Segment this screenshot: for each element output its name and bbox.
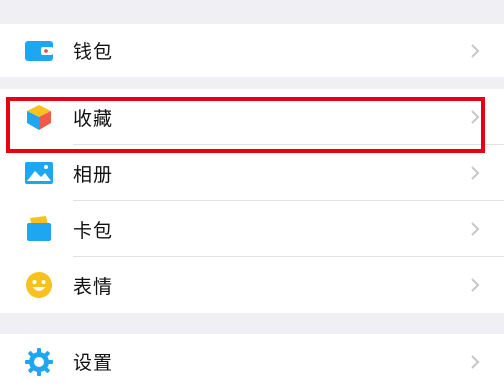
menu-item-label: 表情 (73, 275, 114, 298)
menu-item-label: 钱包 (73, 41, 114, 63)
menu-item-label: 设置 (73, 352, 114, 374)
gear-icon (24, 347, 54, 377)
menu-item-settings[interactable]: 设置 (0, 334, 504, 389)
chevron-right-icon (471, 222, 480, 236)
features-group: 收藏 相册 卡包 表情 (0, 89, 504, 313)
chevron-right-icon (471, 110, 480, 124)
wallet-group: 钱包 (0, 24, 504, 77)
chevron-right-icon (471, 43, 480, 58)
chevron-right-icon (471, 166, 480, 180)
photo-album-icon (24, 158, 54, 188)
me-settings-screen: 钱包 收藏 相册 卡包 表情 设置 (0, 0, 504, 389)
menu-item-album[interactable]: 相册 (0, 145, 504, 201)
menu-item-card-wallet[interactable]: 卡包 (0, 201, 504, 257)
menu-item-wallet[interactable]: 钱包 (0, 24, 504, 77)
smiley-icon (24, 270, 54, 300)
settings-group: 设置 (0, 334, 504, 389)
menu-item-label: 收藏 (73, 107, 114, 130)
chevron-right-icon (471, 354, 480, 369)
cube-favorites-icon (24, 102, 54, 132)
card-wallet-icon (24, 214, 54, 244)
wallet-icon (24, 36, 54, 66)
chevron-right-icon (471, 278, 480, 292)
menu-item-label: 卡包 (73, 219, 114, 242)
menu-item-favorites[interactable]: 收藏 (0, 89, 504, 145)
menu-item-stickers[interactable]: 表情 (0, 257, 504, 313)
menu-item-label: 相册 (73, 163, 114, 186)
